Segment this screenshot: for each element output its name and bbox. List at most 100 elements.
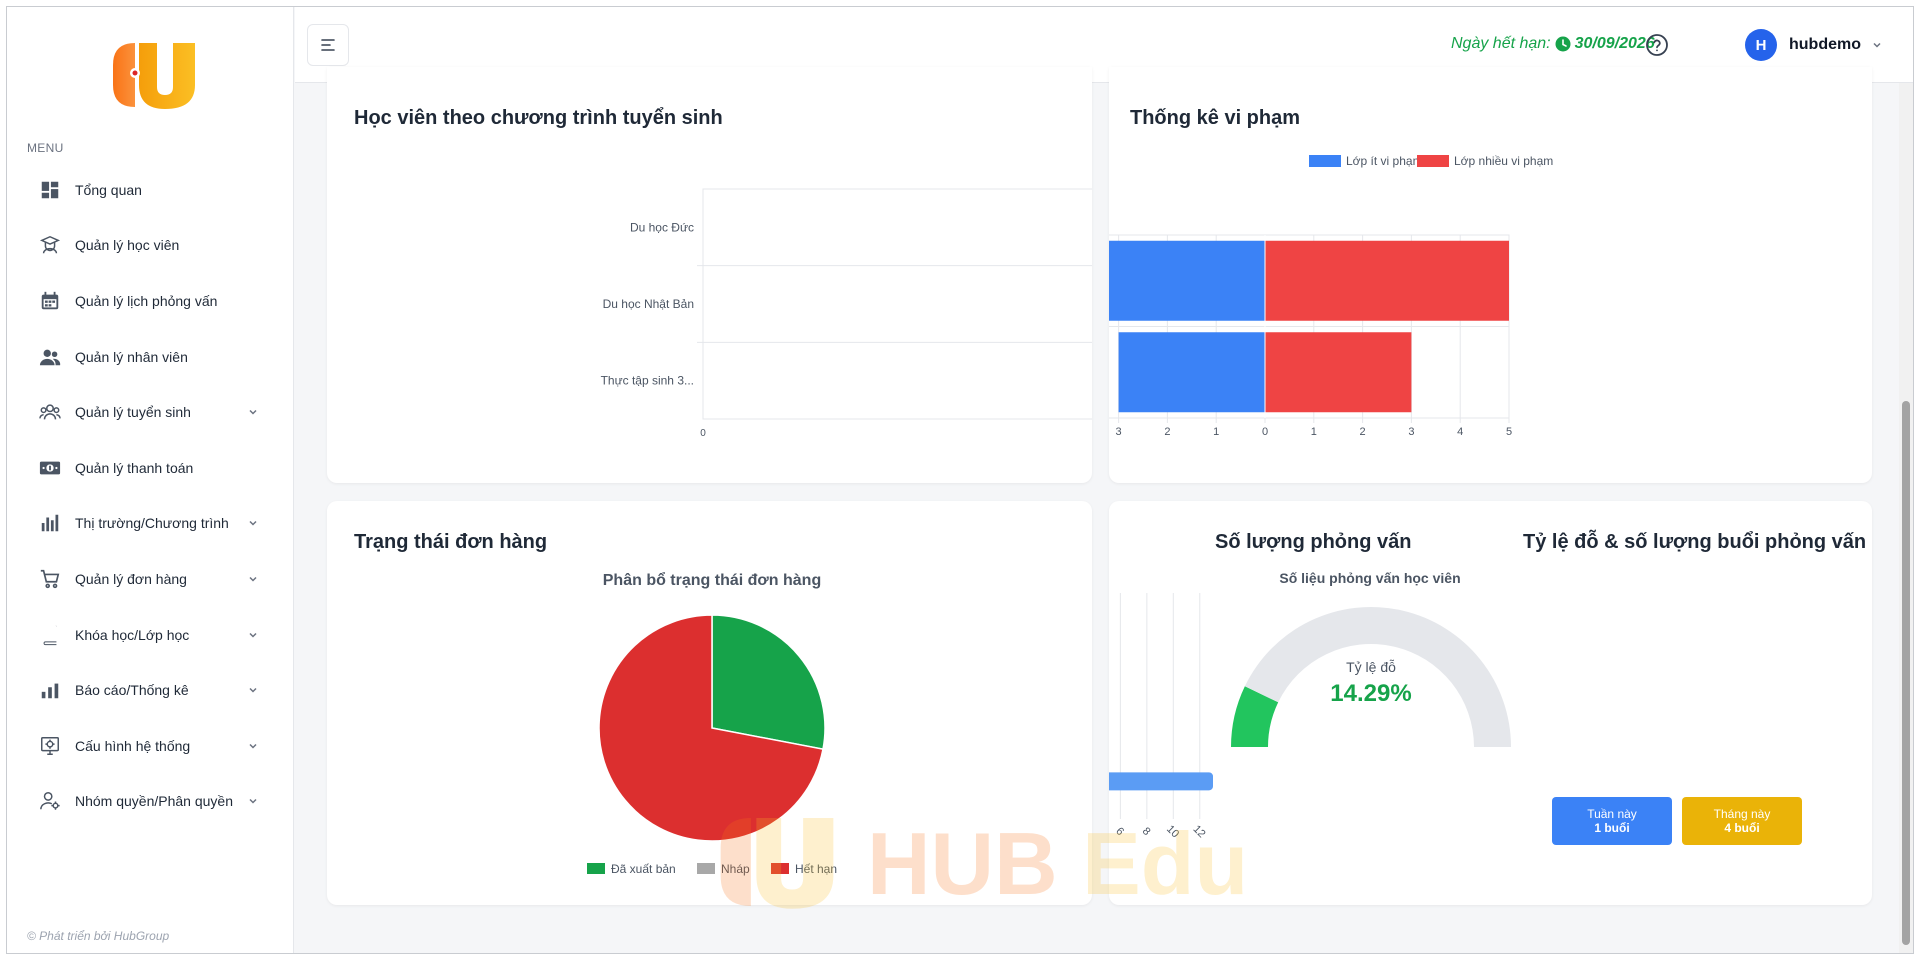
chevron-down-icon [249, 521, 257, 526]
chevron-down-icon [249, 688, 257, 693]
username: hubdemo [1789, 36, 1861, 53]
hamburger-icon [321, 39, 335, 51]
x-tick-label: 2 [1360, 426, 1366, 438]
student-icon [39, 234, 61, 256]
x-tick-label: 4 [1457, 426, 1463, 438]
x-tick-label: 6 [1113, 825, 1126, 838]
card-title: Thống kê vi phạm [1130, 107, 1301, 129]
calendar-icon [39, 290, 61, 312]
sidebar-item-label: Cấu hình hệ thống [75, 737, 191, 754]
staff-icon [39, 346, 61, 368]
expiry-label: Ngày hết hạn: [1451, 35, 1551, 52]
x-tick-label: 12 [1190, 823, 1207, 840]
bar [1109, 240, 1265, 321]
clock-icon [1555, 36, 1571, 52]
legend-label: Lớp ít vi phạm [1346, 154, 1423, 168]
plot-area [702, 188, 1092, 420]
bar [1265, 240, 1509, 321]
sidebar-item-label: Nhóm quyền/Phân quyền [75, 793, 233, 810]
card-title: Học viên theo chương trình tuyển sinh [354, 107, 723, 129]
sidebar-item-calendar[interactable]: Quản lý lịch phỏng vấn [7, 273, 294, 329]
copyright-note: © Phát triển bởi HubGroup [27, 929, 170, 943]
app-window: MENU Tổng quan Quản lý học viên Quản lý lị… [6, 6, 1914, 954]
page-scrollbar[interactable] [1899, 83, 1913, 953]
interviews-card: Số lượng phỏng vấn Tỷ lệ đỗ & số lượng b… [1109, 501, 1872, 905]
sidebar-item-money[interactable]: Quản lý thanh toán [7, 440, 294, 496]
sidebar-item-label: Thị trường/Chương trình [75, 515, 229, 532]
sidebar-item-bar-chart[interactable]: Thị trường/Chương trình [7, 496, 294, 552]
bar [1265, 332, 1412, 413]
x-tick-label: 0 [1262, 426, 1268, 438]
week-value: 1 buổi [1594, 821, 1630, 835]
sidebar-item-label: Tổng quan [75, 181, 142, 198]
sidebar-nav: Tổng quan Quản lý học viên Quản lý lịch ph… [7, 162, 294, 829]
chevron-down-icon [249, 576, 257, 582]
month-label: Tháng này [1713, 807, 1771, 821]
sidebar-item-book[interactable]: Khóa học/Lớp học [7, 607, 294, 663]
user-menu[interactable]: H hubdemo [1745, 25, 1883, 65]
order-status-pie-chart: Phân bổ trạng thái đơn hàng Đã xuất bản Nh… [587, 571, 837, 876]
book-icon [39, 624, 61, 646]
chevron-down-icon [249, 799, 257, 804]
pass-rate-title: Tỷ lệ đỗ & số lượng buổi phỏng vấn [1523, 531, 1867, 553]
x-tick-label: 0 [700, 428, 706, 439]
sidebar-item-dashboard[interactable]: Tổng quan [7, 162, 294, 218]
week-interviews-box: Tuần này 1 buổi [1552, 797, 1672, 845]
sidebar-item-user-permission[interactable]: Nhóm quyền/Phân quyền [7, 774, 294, 830]
month-value: 4 buổi [1724, 821, 1760, 835]
sidebar-item-label: Quản lý học viên [75, 237, 180, 254]
y-tick-label: Thực tập sinh 3... [601, 374, 694, 388]
gauge-label: Tỷ lệ đỗ [1346, 659, 1396, 675]
menu-toggle-button[interactable] [307, 24, 349, 66]
legend-label: Đã xuất bản [611, 862, 676, 876]
legend-label: Lớp nhiều vi phạm [1454, 154, 1553, 168]
sidebar-item-label: Quản lý lịch phỏng vấn [75, 292, 218, 309]
cart-icon [39, 568, 61, 590]
legend-label: Hết hạn [795, 862, 837, 876]
x-tick-label: 2 [1164, 426, 1170, 438]
hub-logo[interactable] [105, 35, 203, 115]
legend-swatch [587, 863, 605, 874]
money-icon [39, 457, 61, 479]
bar-chart-icon [39, 512, 61, 534]
legend-swatch [1417, 155, 1449, 167]
pie-slice [711, 614, 826, 751]
sidebar-item-label: Quản lý tuyển sinh [75, 404, 191, 421]
scrollbar-thumb[interactable] [1902, 401, 1910, 945]
sidebar-item-label: Quản lý thanh toán [75, 459, 194, 476]
gauge-track-arc [1244, 607, 1511, 747]
sidebar-item-label: Quản lý đơn hàng [75, 570, 187, 587]
sidebar-item-student[interactable]: Quản lý học viên [7, 218, 294, 274]
report-icon [39, 679, 61, 701]
sidebar: MENU Tổng quan Quản lý học viên Quản lý lị… [7, 7, 294, 953]
avatar: H [1745, 29, 1777, 61]
group-icon [39, 401, 61, 423]
bar [1118, 332, 1265, 413]
sidebar-item-report[interactable]: Báo cáo/Thống kê [7, 662, 294, 718]
legend-label: Nháp [721, 862, 750, 876]
sidebar-item-staff[interactable]: Quản lý nhân viên [7, 329, 294, 385]
x-tick-label: 3 [1408, 426, 1414, 438]
user-permission-icon [39, 790, 61, 812]
x-tick-label: 8 [1140, 825, 1153, 838]
legend-swatch [771, 863, 789, 874]
sidebar-item-group[interactable]: Quản lý tuyển sinh [7, 384, 294, 440]
chevron-down-icon [249, 632, 257, 638]
sidebar-item-settings[interactable]: Cấu hình hệ thống [7, 718, 294, 774]
sidebar-item-label: Báo cáo/Thống kê [75, 682, 189, 699]
y-tick-label: Du học Đức [630, 220, 694, 234]
sidebar-item-label: Khóa học/Lớp học [75, 626, 190, 643]
legend-swatch [697, 863, 715, 874]
subscription-expiry: Ngày hết hạn: 30/09/2026 [1451, 35, 1655, 53]
week-label: Tuần này [1587, 807, 1637, 821]
interviews-title: Số lượng phỏng vấn [1215, 531, 1412, 553]
chevron-down-icon [249, 410, 257, 415]
sidebar-item-cart[interactable]: Quản lý đơn hàng [7, 551, 294, 607]
settings-icon [39, 735, 61, 757]
help-icon[interactable] [1645, 33, 1669, 57]
chevron-down-icon [1873, 42, 1881, 48]
bar [1109, 772, 1213, 791]
y-tick-label: Du học Nhật Bản [603, 297, 694, 311]
order-status-card: Trạng thái đơn hàng Phân bổ trạng thái đ… [327, 501, 1092, 905]
x-tick-label: 1 [1311, 426, 1317, 438]
